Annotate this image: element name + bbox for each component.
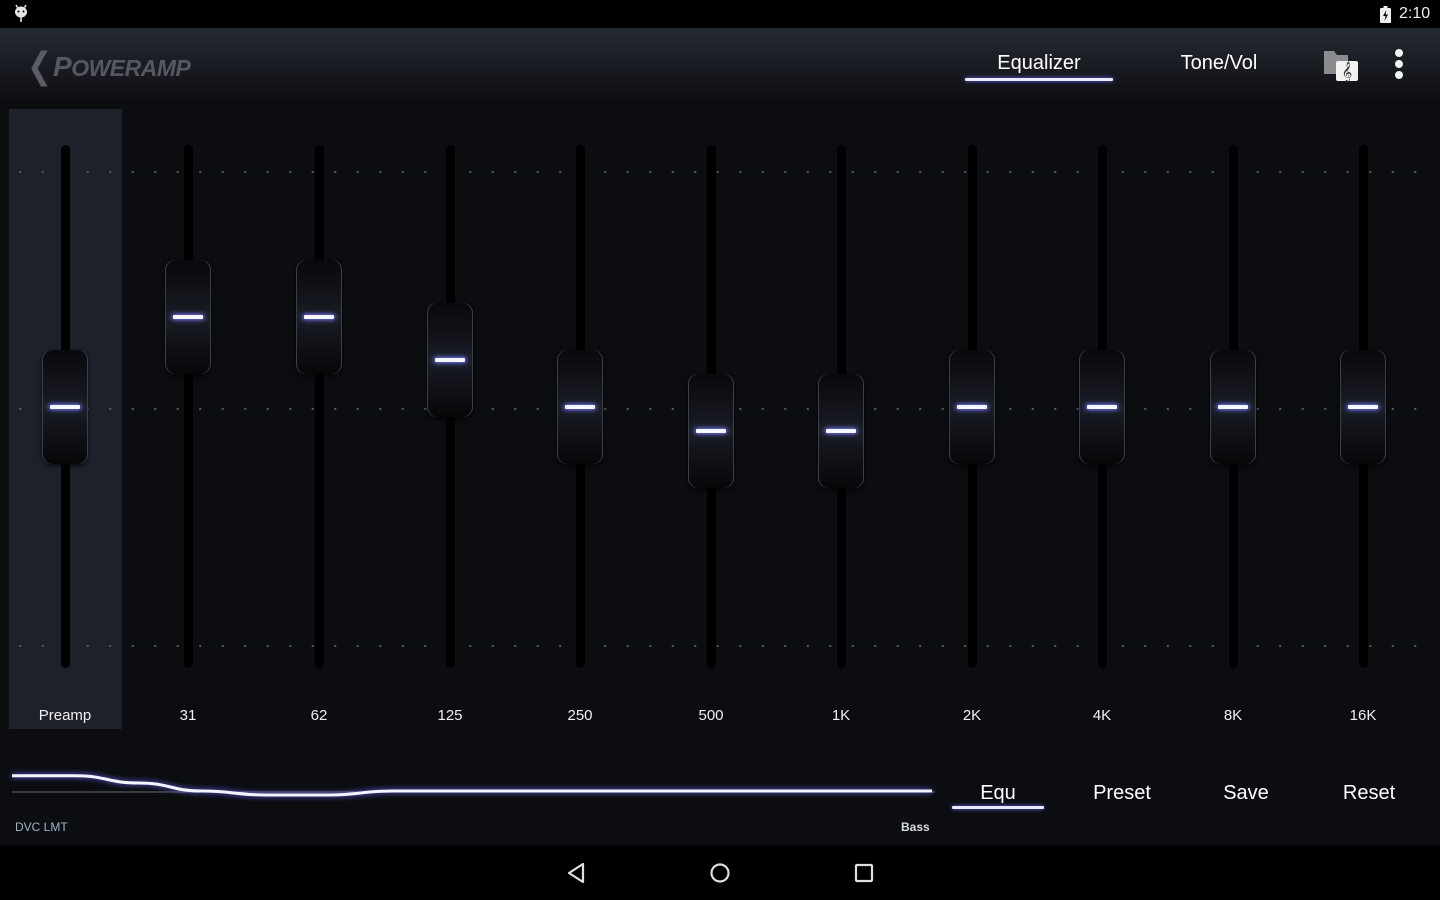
eq-band-slider[interactable]: 500 bbox=[656, 109, 766, 729]
slider-handle[interactable] bbox=[557, 350, 603, 464]
battery-charging-icon bbox=[1380, 6, 1391, 23]
tab-active-indicator bbox=[965, 78, 1113, 81]
eq-band-slider[interactable]: 8K bbox=[1178, 109, 1288, 729]
eq-band-slider[interactable]: 62 bbox=[264, 109, 374, 729]
chevron-left-icon[interactable]: ❮ bbox=[27, 46, 52, 88]
navigation-bar bbox=[0, 845, 1440, 900]
slider-handle-indicator bbox=[826, 428, 856, 433]
band-label: 62 bbox=[310, 707, 328, 724]
band-label: 2K bbox=[962, 707, 982, 724]
band-label: 250 bbox=[567, 707, 593, 724]
eq-band-slider[interactable]: 2K bbox=[917, 109, 1027, 729]
save-button[interactable]: Save bbox=[1210, 782, 1282, 805]
more-vert-icon[interactable] bbox=[1390, 49, 1408, 79]
eq-band-slider[interactable]: 4K bbox=[1047, 109, 1157, 729]
slider-handle-indicator bbox=[304, 315, 334, 320]
slider-handle[interactable] bbox=[1210, 350, 1256, 464]
svg-text:𝄞: 𝄞 bbox=[1342, 62, 1353, 82]
band-label: Preamp bbox=[38, 707, 92, 724]
preset-button[interactable]: Preset bbox=[1080, 782, 1164, 805]
slider-handle[interactable] bbox=[1340, 350, 1386, 464]
slider-handle-indicator bbox=[50, 405, 80, 409]
preamp-slider[interactable]: Preamp bbox=[10, 109, 120, 729]
music-folder-icon[interactable]: 𝄞 bbox=[1322, 48, 1360, 82]
eq-curve-preview bbox=[11, 774, 935, 797]
band-label: 16K bbox=[1349, 707, 1377, 724]
band-label: 4K bbox=[1092, 707, 1112, 724]
back-triangle-icon[interactable] bbox=[562, 859, 590, 887]
slider-handle-indicator bbox=[1348, 405, 1378, 409]
bass-toggle[interactable]: Bass bbox=[901, 820, 930, 834]
android-debug-icon bbox=[15, 4, 27, 22]
band-label: 8K bbox=[1223, 707, 1243, 724]
status-bar: 2:10 bbox=[0, 0, 1440, 28]
slider-handle-indicator bbox=[173, 315, 203, 320]
slider-handle[interactable] bbox=[42, 350, 88, 464]
slider-handle[interactable] bbox=[818, 373, 864, 488]
band-label: 1K bbox=[831, 707, 851, 724]
recents-square-icon[interactable] bbox=[850, 859, 878, 887]
equ-button[interactable]: Equ bbox=[952, 782, 1044, 805]
dvc-limit-toggle[interactable]: DVC LMT bbox=[15, 820, 68, 834]
slider-track[interactable] bbox=[314, 145, 324, 668]
slider-handle[interactable] bbox=[1079, 350, 1125, 464]
status-clock: 2:10 bbox=[1399, 5, 1431, 22]
slider-handle-indicator bbox=[696, 428, 726, 433]
slider-handle[interactable] bbox=[165, 260, 211, 375]
slider-handle[interactable] bbox=[688, 373, 734, 488]
slider-handle-indicator bbox=[565, 405, 595, 409]
band-label: 500 bbox=[698, 707, 724, 724]
logo-initial: P bbox=[53, 51, 72, 82]
eq-band-slider[interactable]: 31 bbox=[133, 109, 243, 729]
eq-band-slider[interactable]: 16K bbox=[1308, 109, 1418, 729]
eq-band-slider[interactable]: 1K bbox=[786, 109, 896, 729]
slider-handle-indicator bbox=[1218, 405, 1248, 409]
slider-handle-indicator bbox=[957, 405, 987, 409]
poweramp-logo[interactable]: POWERAMP bbox=[53, 51, 191, 83]
tab-equalizer[interactable]: Equalizer bbox=[965, 52, 1113, 75]
slider-handle[interactable] bbox=[949, 350, 995, 464]
home-circle-icon[interactable] bbox=[706, 859, 734, 887]
eq-band-slider[interactable]: 250 bbox=[525, 109, 635, 729]
slider-handle[interactable] bbox=[296, 260, 342, 375]
logo-rest: OWERAMP bbox=[71, 55, 191, 81]
slider-handle-indicator bbox=[435, 357, 465, 362]
equ-active-indicator bbox=[952, 806, 1044, 809]
slider-handle-indicator bbox=[1087, 405, 1117, 409]
band-label: 125 bbox=[437, 707, 463, 724]
eq-band-slider[interactable]: 125 bbox=[395, 109, 505, 729]
tab-tone-vol[interactable]: Tone/Vol bbox=[1160, 52, 1278, 75]
slider-track[interactable] bbox=[183, 145, 193, 668]
band-label: 31 bbox=[179, 707, 197, 724]
slider-handle[interactable] bbox=[427, 302, 473, 417]
reset-button[interactable]: Reset bbox=[1330, 782, 1408, 805]
